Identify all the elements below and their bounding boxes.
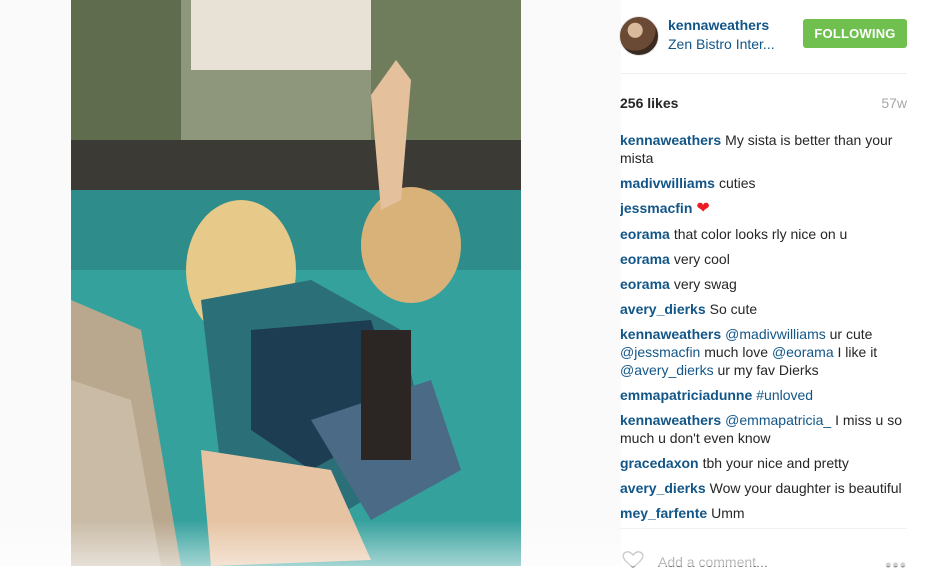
comment-text: very swag (673, 276, 737, 292)
comment-author[interactable]: gracedaxon (620, 455, 699, 471)
comment-author[interactable]: kennaweathers (620, 326, 721, 342)
page-margin-left (0, 0, 71, 566)
comment-mention-link[interactable]: @jessmacfin (620, 344, 700, 360)
post-age[interactable]: 57w (881, 95, 907, 111)
header-divider (621, 73, 907, 74)
comment-author[interactable]: madivwilliams (620, 175, 715, 191)
page-gap (521, 0, 621, 566)
comment-item: emmapatriciadunne #unloved (620, 386, 907, 404)
comment-mention-link[interactable]: #unloved (756, 387, 813, 403)
add-comment-input[interactable] (658, 554, 858, 570)
comment-item: jessmacfin ❤ (620, 199, 907, 218)
post-location[interactable]: Zen Bistro Inter... (668, 36, 783, 52)
comment-author[interactable]: eorama (620, 276, 670, 292)
comment-text: much love (700, 344, 772, 360)
post-stats: 256 likes 57w (620, 95, 907, 113)
comment-item: kennaweathers @emmapatricia_ I miss u so … (620, 411, 907, 447)
comment-author[interactable]: jessmacfin (620, 200, 692, 216)
comment-item: kennaweathers My sista is better than you… (620, 131, 907, 167)
comment-author[interactable]: eorama (620, 251, 670, 267)
comment-item: kennaweathers @madivwilliams ur cute @jes… (620, 325, 907, 379)
comment-item: avery_dierks So cute (620, 300, 907, 318)
following-button[interactable]: FOLLOWING (803, 19, 907, 48)
post-detail-panel: kennaweathers Zen Bistro Inter... FOLLOW… (619, 0, 907, 575)
comment-item: eorama very cool (620, 250, 907, 268)
comment-author[interactable]: kennaweathers (620, 132, 721, 148)
comments-list[interactable]: kennaweathers My sista is better than you… (620, 131, 907, 529)
comment-text: Wow your daughter is beautiful (709, 480, 902, 496)
comment-item: gracedaxon tbh your nice and pretty (620, 454, 907, 472)
post-author-username[interactable]: kennaweathers (668, 17, 769, 33)
comment-item: eorama very swag (620, 275, 907, 293)
comment-text: So cute (709, 301, 758, 317)
comment-bar: ••• (620, 528, 907, 575)
comment-item: madivwilliams cuties (620, 174, 907, 192)
comment-author[interactable]: emmapatriciadunne (620, 387, 752, 403)
comment-author[interactable]: avery_dierks (620, 480, 706, 496)
post-header: kennaweathers Zen Bistro Inter... FOLLOW… (619, 14, 907, 58)
comment-text: ur cute (825, 326, 873, 342)
comment-mention-link[interactable]: @madivwilliams (725, 326, 826, 342)
comment-author[interactable]: kennaweathers (620, 412, 721, 428)
heart-outline-icon[interactable] (620, 551, 646, 569)
comment-text: that color looks rly nice on u (673, 226, 848, 242)
comment-item: avery_dierks Wow your daughter is beautif… (620, 479, 907, 497)
comment-text: very cool (673, 251, 730, 267)
comment-text: ur my fav Dierks (713, 362, 819, 378)
comment-text: tbh your nice and pretty (702, 455, 849, 471)
comment-mention-link[interactable]: @emmapatricia_ (725, 412, 831, 428)
comment-text: cuties (718, 175, 756, 191)
comment-text: I like it (833, 344, 878, 360)
photo-illustration (71, 0, 521, 566)
comment-mention-link[interactable]: @avery_dierks (620, 362, 714, 378)
comment-item: eorama that color looks rly nice on u (620, 225, 907, 243)
avatar[interactable] (619, 16, 659, 56)
comment-mention-link[interactable]: @eorama (772, 344, 834, 360)
comment-author[interactable]: eorama (620, 226, 670, 242)
likes-count[interactable]: 256 likes (620, 95, 678, 111)
comment-author[interactable]: mey_farfente (620, 505, 707, 521)
heart-emoji-icon: ❤ (696, 200, 710, 217)
comment-text: Umm (711, 505, 745, 521)
comment-item: mey_farfente Umm (620, 504, 907, 522)
comment-author[interactable]: avery_dierks (620, 301, 706, 317)
post-photo[interactable] (71, 0, 521, 566)
